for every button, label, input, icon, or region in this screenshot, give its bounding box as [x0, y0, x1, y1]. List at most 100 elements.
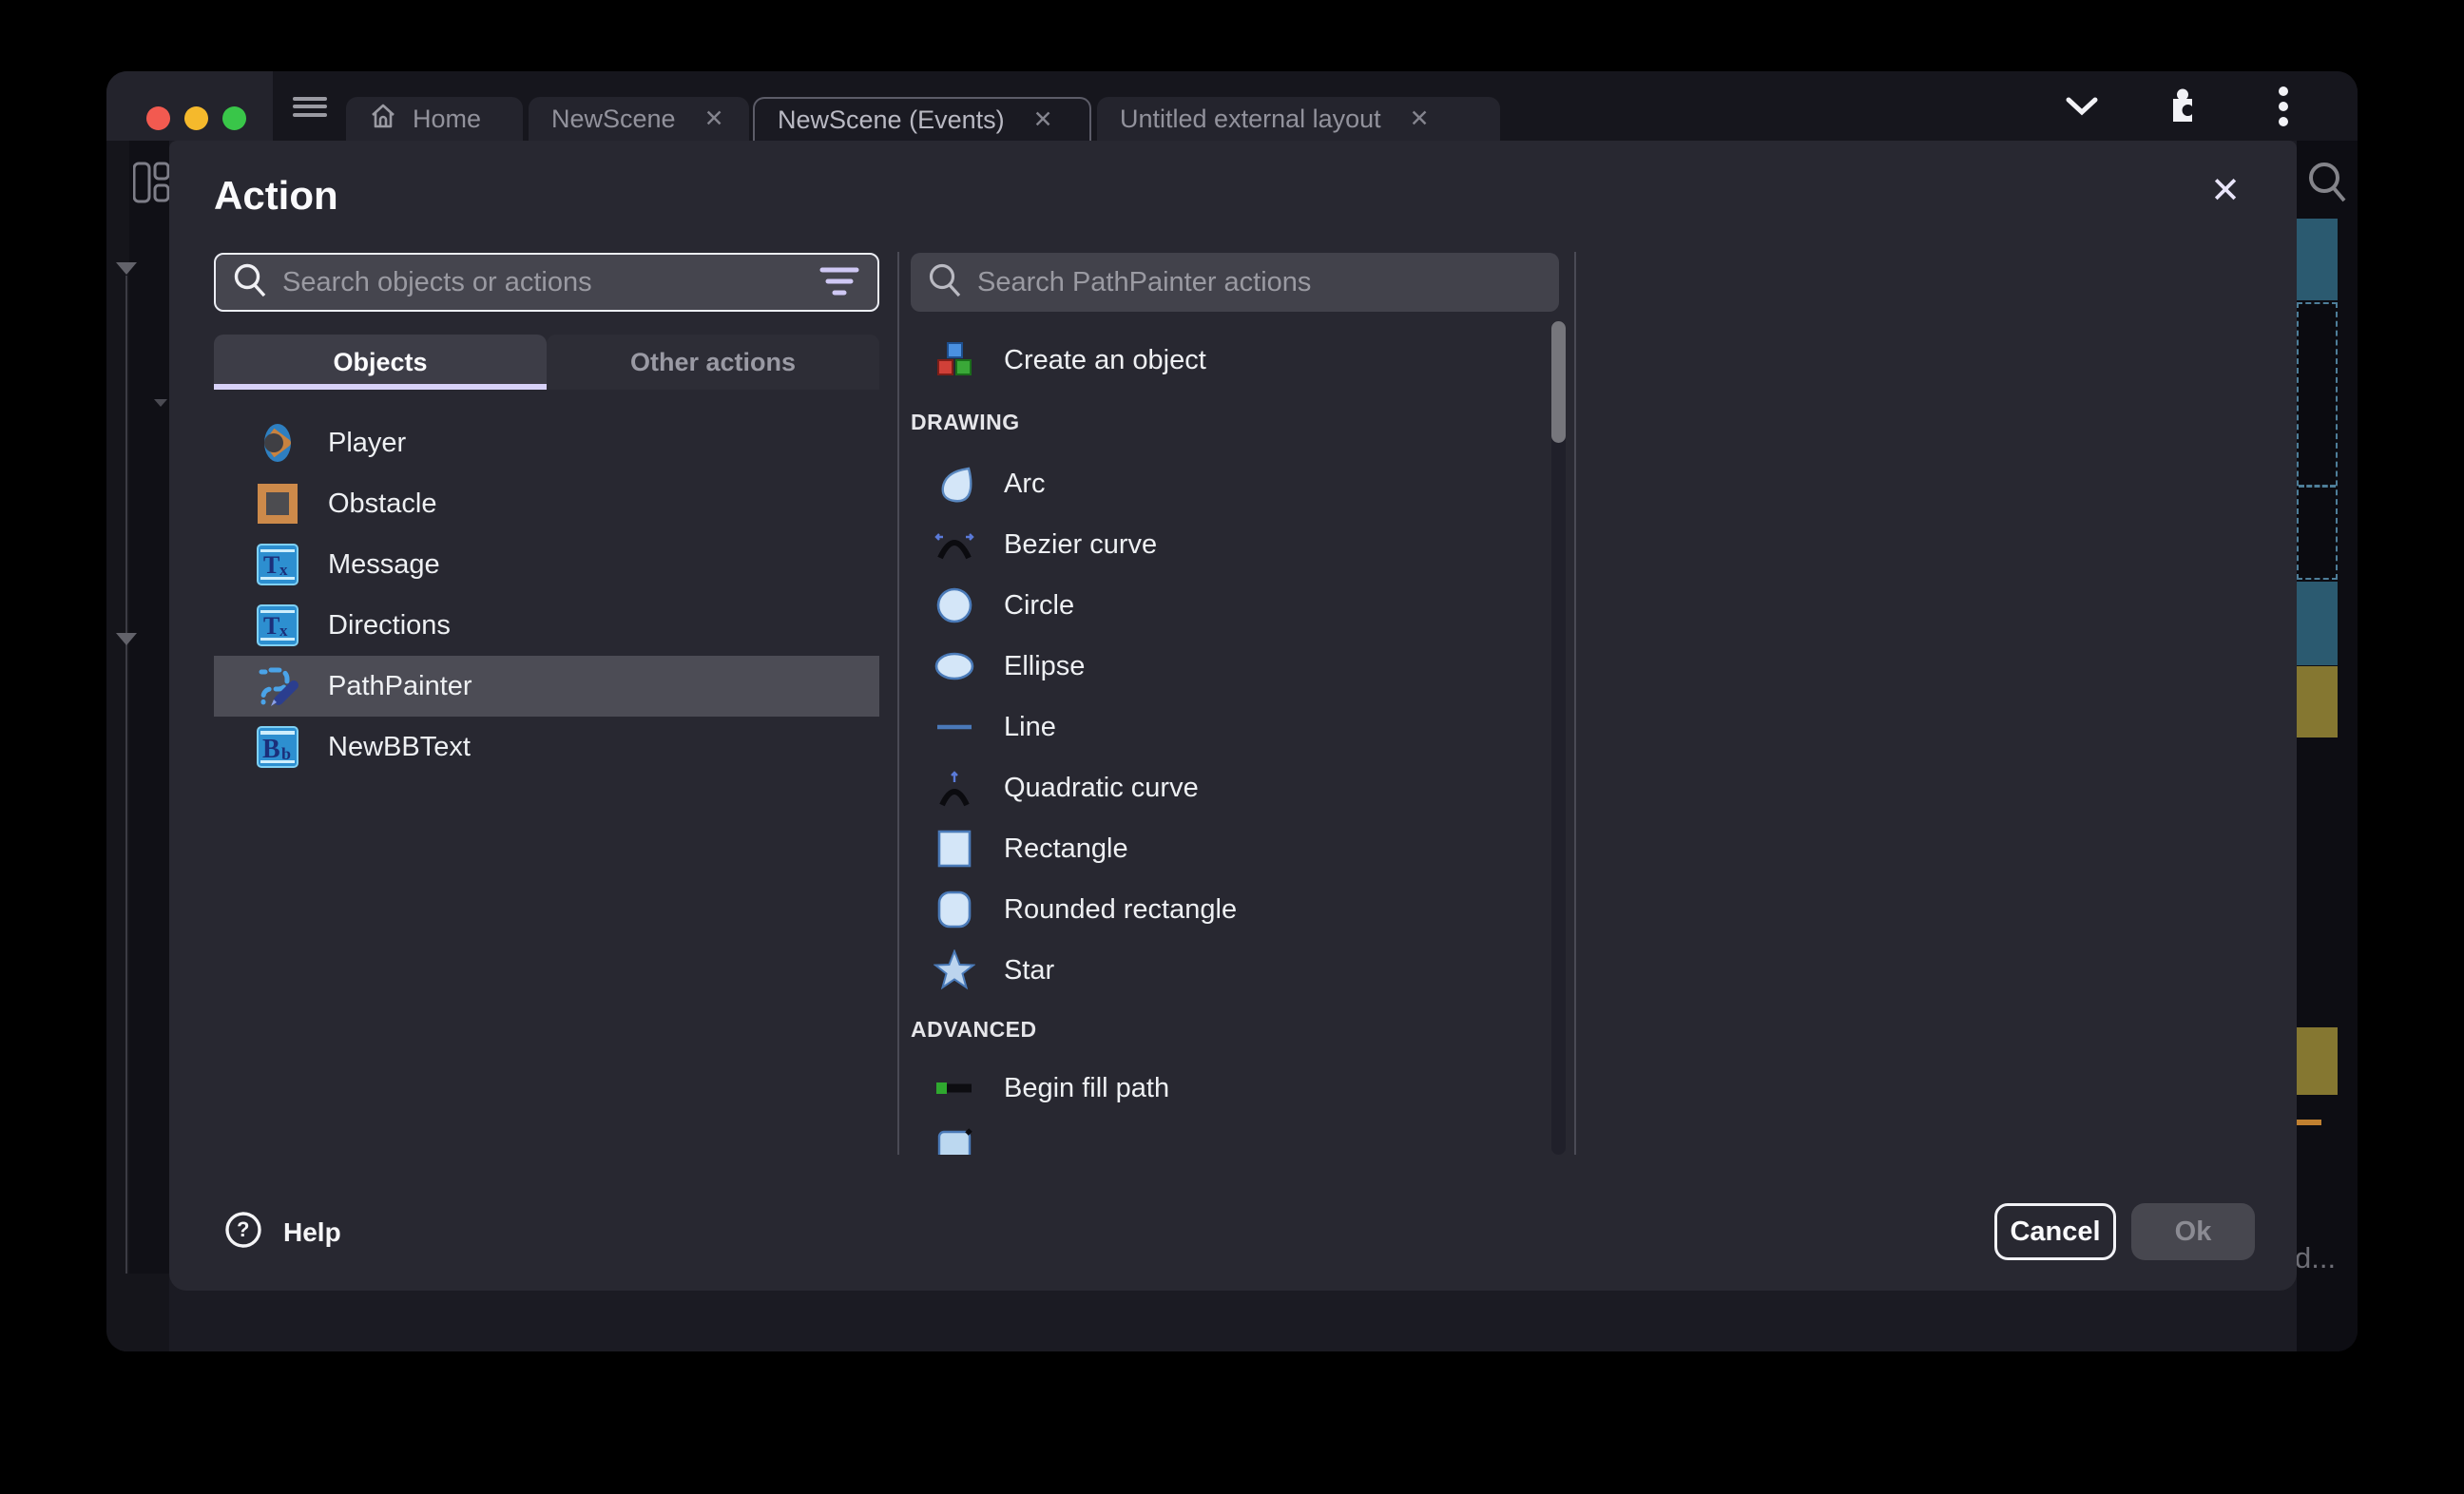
- clipped-action-icon: [934, 1128, 975, 1155]
- event-action-block[interactable]: [2297, 666, 2338, 737]
- tab-objects[interactable]: Objects: [214, 335, 547, 390]
- object-row-player[interactable]: Player: [214, 412, 879, 473]
- help-button[interactable]: ? Help: [224, 1211, 341, 1254]
- action-label: Rounded rectangle: [1004, 894, 1237, 926]
- truncated-add-text: d...: [2295, 1241, 2336, 1275]
- tab-label: Untitled external layout: [1120, 105, 1381, 134]
- action-row-begin-fill-path[interactable]: Begin fill path: [911, 1058, 1538, 1119]
- action-row-partial[interactable]: [911, 1119, 1538, 1155]
- action-row-line[interactable]: Line: [911, 697, 1538, 757]
- search-icon: [233, 262, 267, 303]
- action-dialog: Action ✕: [169, 141, 2297, 1291]
- arc-icon: [934, 463, 975, 505]
- cancel-button[interactable]: Cancel: [1994, 1203, 2116, 1260]
- object-row-message[interactable]: T x Message: [214, 534, 879, 595]
- object-label: Player: [328, 428, 406, 459]
- object-type-tabs: Objects Other actions: [214, 335, 879, 390]
- action-row-star[interactable]: Star: [911, 940, 1538, 1001]
- kebab-menu-icon[interactable]: [2264, 87, 2302, 125]
- tab-home[interactable]: Home: [346, 97, 523, 141]
- close-tab-icon[interactable]: ✕: [1033, 105, 1053, 134]
- search-icon: [928, 262, 962, 303]
- close-tab-icon[interactable]: ✕: [704, 105, 724, 133]
- object-label: Directions: [328, 610, 451, 642]
- close-window-button[interactable]: [146, 106, 170, 130]
- event-block-divider: [2299, 485, 2336, 488]
- action-row-arc[interactable]: Arc: [911, 453, 1538, 514]
- object-row-pathpainter[interactable]: PathPainter: [214, 656, 879, 717]
- minimize-window-button[interactable]: [184, 106, 208, 130]
- main-menu-icon[interactable]: [293, 92, 327, 119]
- event-action-block[interactable]: [2297, 1027, 2338, 1095]
- action-label: Begin fill path: [1004, 1073, 1169, 1104]
- object-list: Player Obstacle: [214, 412, 879, 777]
- player-icon: [256, 421, 299, 465]
- action-row-rectangle[interactable]: Rectangle: [911, 818, 1538, 879]
- traffic-light-panel: [106, 71, 273, 141]
- star-icon: [934, 949, 975, 991]
- panel-divider: [897, 252, 899, 1155]
- svg-text:T: T: [263, 551, 279, 579]
- ok-button[interactable]: Ok: [2131, 1203, 2255, 1260]
- object-row-obstacle[interactable]: Obstacle: [214, 473, 879, 534]
- event-condition-block[interactable]: [2297, 219, 2338, 300]
- object-row-newbbtext[interactable]: B b NewBBText: [214, 717, 879, 777]
- text-object-icon: T x: [256, 543, 299, 586]
- collapse-triangle-icon[interactable]: [154, 399, 167, 407]
- action-row-ellipse[interactable]: Ellipse: [911, 636, 1538, 697]
- obstacle-icon: [256, 482, 299, 526]
- close-dialog-button[interactable]: ✕: [2204, 169, 2247, 213]
- action-search-box: [911, 253, 1559, 312]
- tab-newscene-events[interactable]: NewScene (Events) ✕: [753, 97, 1091, 141]
- bbtext-icon: B b: [256, 725, 299, 769]
- action-label: Bezier curve: [1004, 529, 1157, 561]
- object-row-directions[interactable]: T x Directions: [214, 595, 879, 656]
- path-painter-icon: [256, 664, 299, 708]
- help-label: Help: [283, 1217, 341, 1248]
- collapse-triangle-icon[interactable]: [116, 633, 137, 645]
- search-icon[interactable]: [2306, 160, 2348, 210]
- svg-text:b: b: [281, 744, 291, 763]
- object-label: Message: [328, 549, 440, 581]
- titlebar: Home NewScene ✕ NewScene (Events) ✕ Unti…: [106, 71, 2358, 141]
- event-selected-block[interactable]: [2297, 302, 2338, 580]
- object-search-input[interactable]: [282, 267, 818, 298]
- events-panel-left-edge: [106, 141, 169, 1351]
- events-panel-right-edge: d...: [2297, 141, 2358, 1351]
- action-list: Create an object DRAWING Arc: [911, 330, 1538, 1155]
- section-header-advanced: ADVANCED: [911, 1001, 1538, 1058]
- action-row-quadratic-curve[interactable]: Quadratic curve: [911, 757, 1538, 818]
- event-condition-block[interactable]: [2297, 582, 2338, 665]
- action-row-create-object[interactable]: Create an object: [911, 330, 1538, 391]
- events-column: [129, 141, 169, 1274]
- filter-icon[interactable]: [818, 261, 860, 303]
- titlebar-actions: [2063, 71, 2302, 141]
- svg-text:B: B: [262, 735, 280, 764]
- action-search-input[interactable]: [977, 267, 1542, 298]
- extensions-puzzle-icon[interactable]: [2164, 87, 2202, 125]
- action-label: Ellipse: [1004, 651, 1085, 682]
- svg-text:T: T: [263, 612, 279, 640]
- tab-untitled-external-layout[interactable]: Untitled external layout ✕: [1097, 97, 1500, 141]
- tab-newscene[interactable]: NewScene ✕: [529, 97, 749, 141]
- collapse-triangle-icon[interactable]: [116, 262, 137, 275]
- tab-other-actions[interactable]: Other actions: [547, 335, 879, 390]
- chevron-down-icon[interactable]: [2063, 87, 2101, 125]
- close-tab-icon[interactable]: ✕: [1410, 105, 1430, 133]
- zoom-window-button[interactable]: [222, 106, 246, 130]
- svg-text:x: x: [279, 622, 288, 640]
- action-row-rounded-rectangle[interactable]: Rounded rectangle: [911, 879, 1538, 940]
- action-row-bezier-curve[interactable]: Bezier curve: [911, 514, 1538, 575]
- event-link-block: [2297, 1120, 2321, 1125]
- scrollbar-thumb[interactable]: [1551, 321, 1566, 443]
- line-icon: [934, 706, 975, 748]
- event-tree-line: [125, 276, 127, 1274]
- create-object-icon: [934, 339, 975, 381]
- action-list-scrollbar[interactable]: [1551, 321, 1566, 1155]
- action-row-circle[interactable]: Circle: [911, 575, 1538, 636]
- svg-text:?: ?: [237, 1217, 249, 1241]
- text-object-icon: T x: [256, 603, 299, 647]
- bezier-curve-icon: [934, 524, 975, 565]
- circle-icon: [934, 584, 975, 626]
- section-header-drawing: DRAWING: [911, 391, 1538, 453]
